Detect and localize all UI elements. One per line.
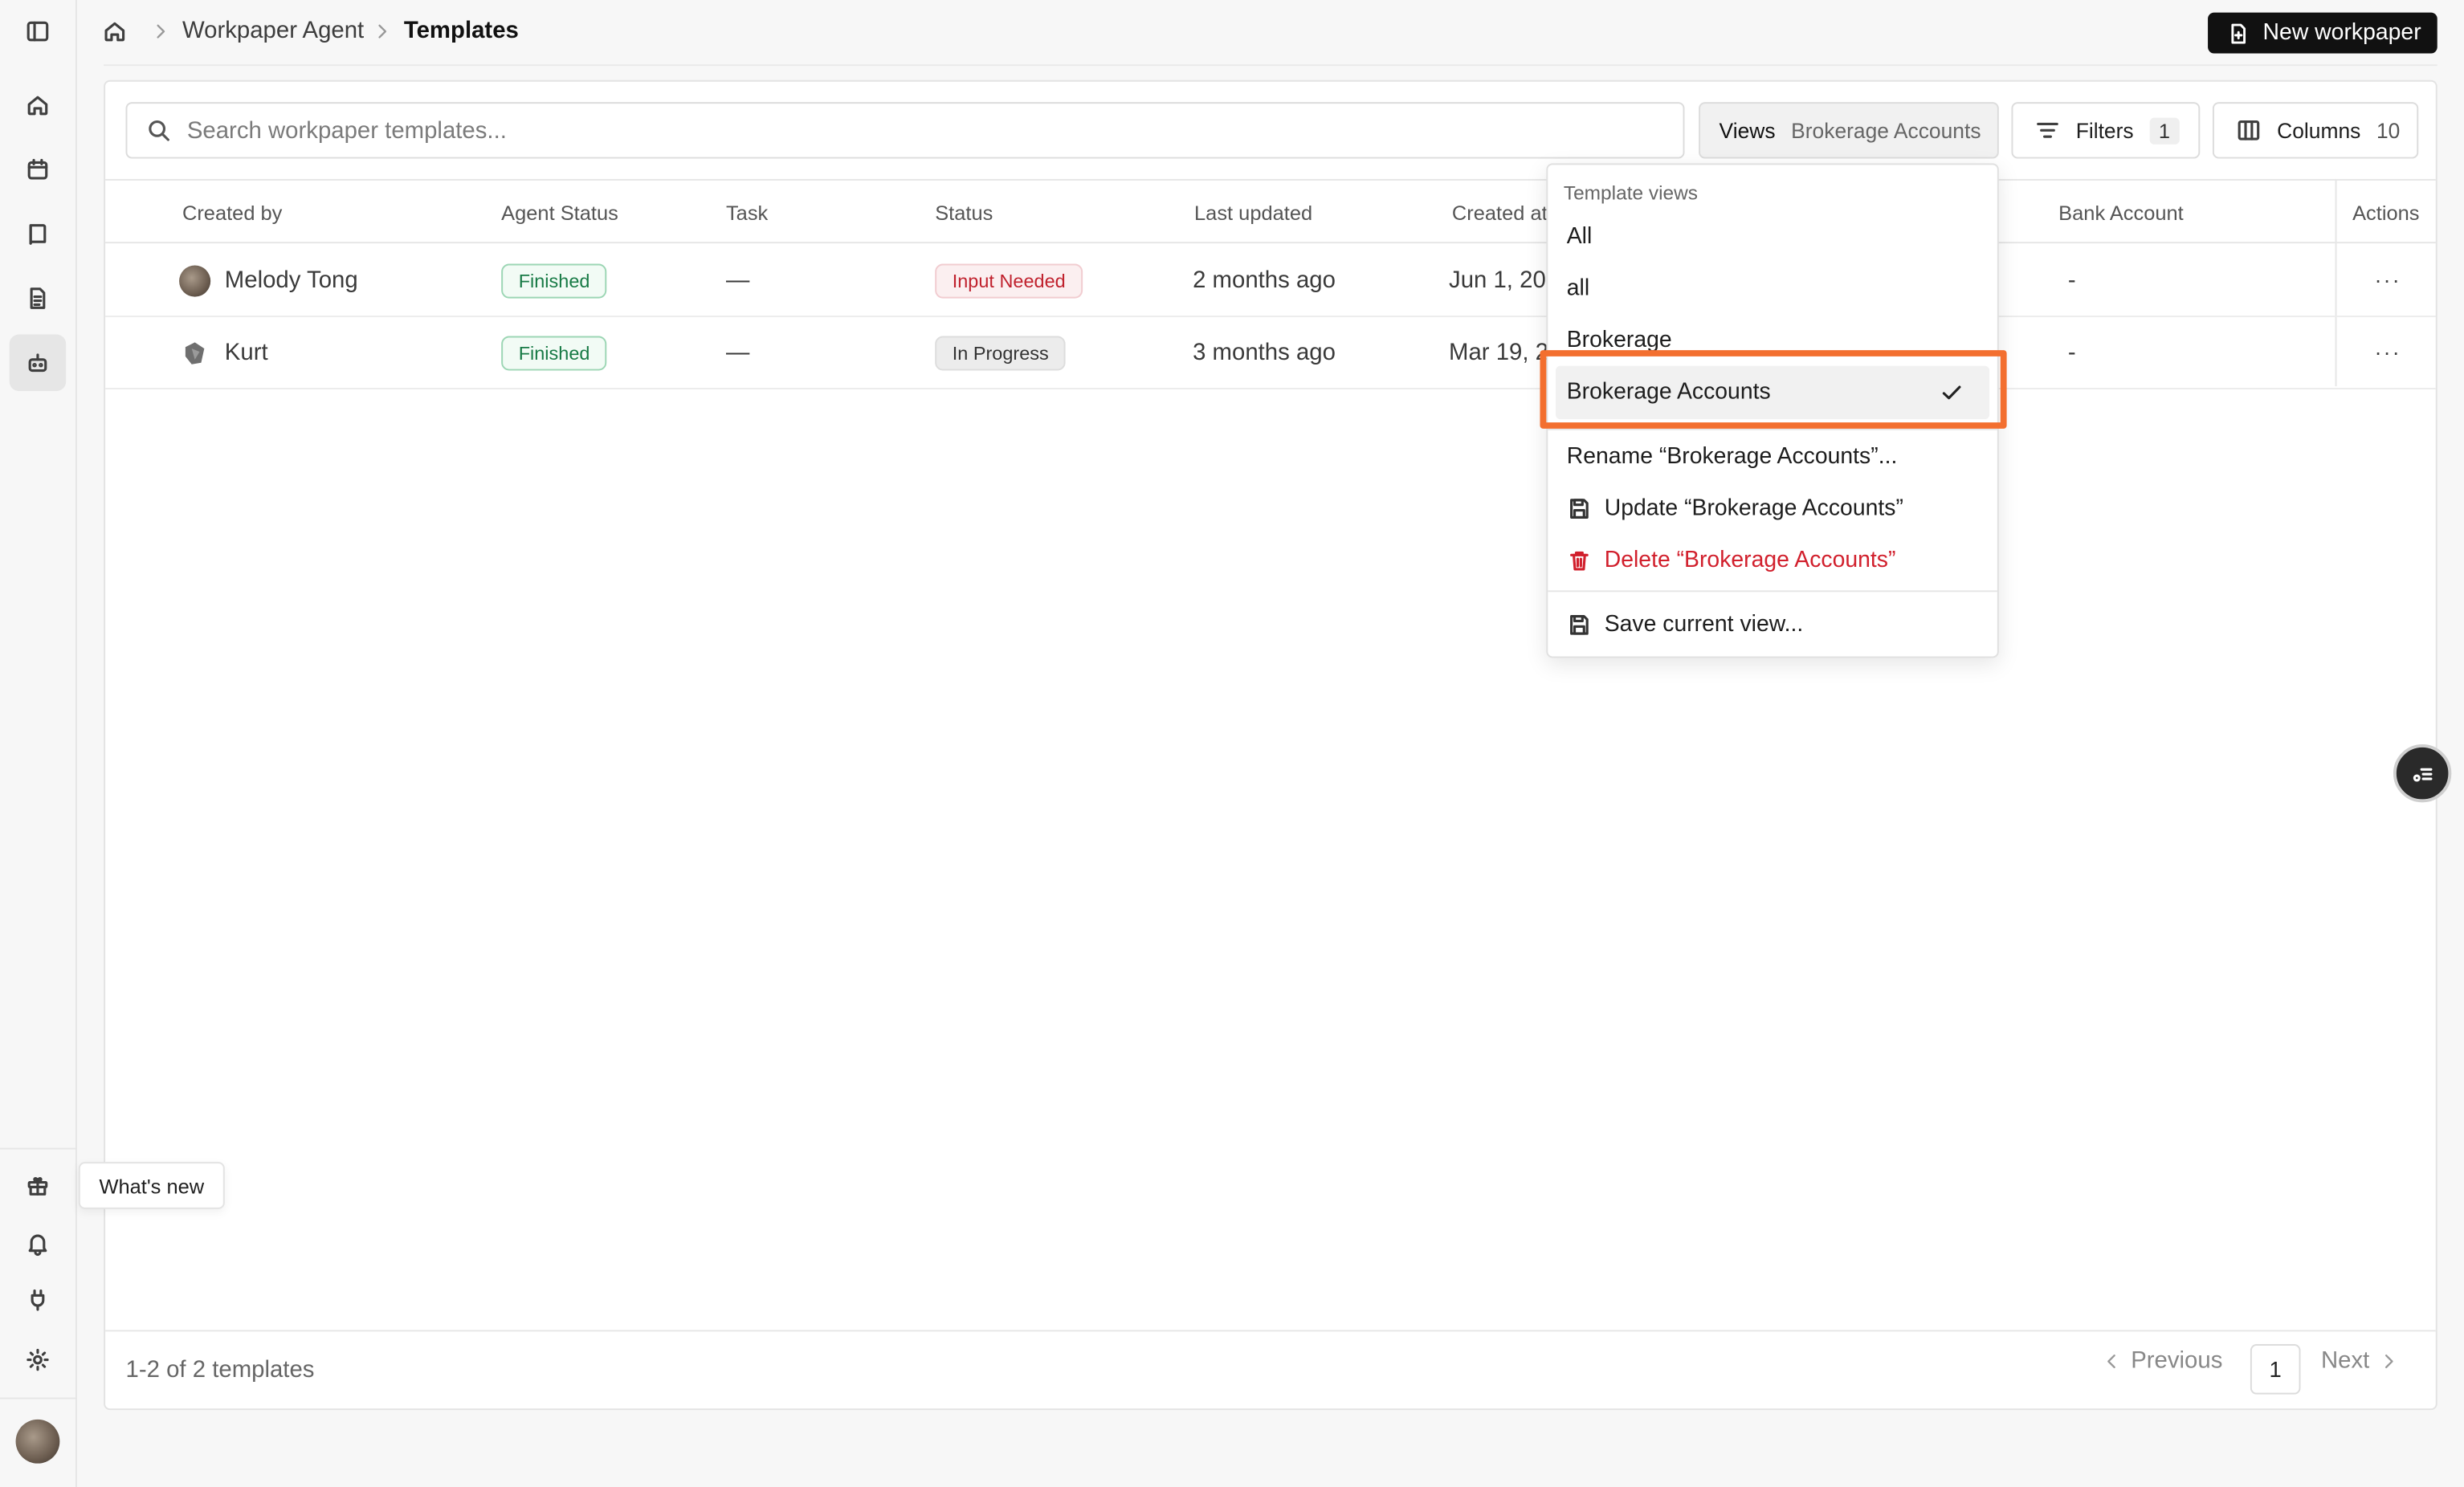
- save-view-label: Save current view...: [1604, 612, 1804, 638]
- sidebar: [0, 0, 77, 1487]
- delete-label: Delete “Brokerage Accounts”: [1604, 548, 1896, 573]
- status-badge: Input Needed: [935, 263, 1083, 299]
- header-divider: [104, 64, 2437, 67]
- view-option-label: all: [1566, 276, 1590, 302]
- current-page-button[interactable]: 1: [2250, 1344, 2301, 1395]
- column-header: Actions: [2352, 201, 2420, 225]
- sidebar-toggle-icon[interactable]: [10, 3, 66, 59]
- column-header[interactable]: Status: [935, 201, 993, 224]
- created-at: Mar 19, 2: [1449, 339, 1549, 366]
- floating-tasks-button[interactable]: [2393, 744, 2452, 803]
- filter-icon: [2037, 122, 2058, 138]
- chevron-right-icon: [2384, 1354, 2393, 1368]
- columns-label: Columns: [2277, 118, 2361, 142]
- agent-status-badge: Finished: [501, 336, 607, 371]
- table-row[interactable]: Melody Tong Finished — Input Needed 2 mo…: [105, 245, 2436, 318]
- save-disk-icon: [1570, 615, 1589, 635]
- document-icon[interactable]: [10, 270, 66, 326]
- last-updated: 2 months ago: [1193, 267, 1336, 294]
- column-header[interactable]: Task: [726, 201, 768, 224]
- search-box[interactable]: [125, 102, 1685, 159]
- book-icon[interactable]: [10, 206, 66, 262]
- page-title: Templates: [403, 17, 519, 44]
- agent-bot-icon[interactable]: [9, 334, 67, 391]
- avatar: [179, 337, 210, 369]
- search-input[interactable]: [186, 116, 1601, 144]
- view-option-label: All: [1566, 224, 1593, 250]
- filters-button[interactable]: Filters 1: [2011, 102, 2201, 159]
- new-workpaper-button[interactable]: New workpaper: [2208, 12, 2437, 54]
- views-button[interactable]: Views Brokerage Accounts: [1699, 102, 1999, 159]
- previous-label: Previous: [2131, 1346, 2223, 1375]
- footer-divider: [105, 1330, 2436, 1332]
- status-badge: In Progress: [935, 336, 1067, 371]
- column-header[interactable]: Last updated: [1194, 201, 1312, 224]
- column-header[interactable]: Created at: [1452, 201, 1548, 224]
- whats-new-tooltip: What's new: [78, 1162, 225, 1209]
- calendar-icon[interactable]: [10, 141, 66, 198]
- dropdown-divider: [1548, 428, 1997, 430]
- column-header[interactable]: Created by: [182, 201, 282, 224]
- view-option-all-lower[interactable]: all: [1548, 266, 1997, 313]
- created-at: Jun 1, 20: [1449, 267, 1546, 294]
- column-header[interactable]: Bank Account: [2058, 201, 2184, 224]
- update-label: Update “Brokerage Accounts”: [1604, 495, 1903, 522]
- task-cell: —: [725, 267, 750, 294]
- save-current-view-option[interactable]: Save current view...: [1548, 601, 1997, 649]
- bank-account: -: [2067, 339, 2076, 366]
- breadcrumb-home-icon[interactable]: [102, 18, 127, 48]
- new-workpaper-label: New workpaper: [2262, 20, 2421, 46]
- avatar: [179, 265, 211, 297]
- bank-account: -: [2067, 267, 2076, 294]
- filters-label: Filters: [2075, 118, 2134, 142]
- top-bar: Workpaper Agent Templates: [77, 0, 2464, 66]
- selected-view-highlight: [1540, 350, 2007, 429]
- row-actions-menu-icon[interactable]: ···: [2374, 339, 2401, 364]
- delete-view-option[interactable]: Delete “Brokerage Accounts”: [1548, 537, 1997, 585]
- bell-icon[interactable]: [10, 1216, 66, 1272]
- sidebar-divider-bottom: [0, 1397, 77, 1399]
- plug-icon[interactable]: [10, 1272, 66, 1328]
- pagination-summary: 1-2 of 2 templates: [125, 1356, 315, 1383]
- column-header[interactable]: Agent Status: [501, 201, 618, 224]
- task-cell: —: [725, 339, 750, 366]
- dropdown-divider: [1548, 590, 1997, 593]
- new-document-icon: [2231, 22, 2246, 43]
- columns-count: 10: [2376, 118, 2401, 142]
- task-list-icon: [2412, 767, 2432, 781]
- templates-panel: Views Brokerage Accounts Filters 1 Colum…: [104, 79, 2437, 1411]
- agent-status-badge: Finished: [501, 263, 607, 299]
- dropdown-heading: Template views: [1563, 181, 1699, 205]
- table-row[interactable]: Kurt Finished — In Progress 3 months ago…: [105, 317, 2436, 390]
- row-actions-menu-icon[interactable]: ···: [2374, 267, 2401, 291]
- home-icon[interactable]: [10, 77, 66, 133]
- user-avatar[interactable]: [15, 1419, 60, 1464]
- columns-button[interactable]: Columns 10: [2212, 102, 2419, 159]
- table-header: Created by Agent Status Task Status Last…: [105, 178, 2436, 244]
- update-view-option[interactable]: Update “Brokerage Accounts”: [1548, 485, 1997, 532]
- rename-label: Rename “Brokerage Accounts”...: [1566, 444, 1898, 470]
- save-disk-icon: [1570, 499, 1589, 519]
- chevron-right-icon: [151, 20, 169, 45]
- breadcrumb-section[interactable]: Workpaper Agent: [182, 18, 364, 44]
- previous-page-button[interactable]: Previous: [2103, 1347, 2222, 1374]
- next-label: Next: [2320, 1346, 2370, 1375]
- created-by: Kurt: [224, 339, 268, 366]
- chevron-left-icon: [2107, 1354, 2115, 1368]
- sidebar-divider: [0, 1147, 77, 1150]
- views-value: Brokerage Accounts: [1791, 118, 1981, 142]
- chevron-right-icon: [373, 20, 391, 45]
- filters-count-badge: 1: [2149, 116, 2180, 144]
- columns-icon: [2238, 120, 2260, 141]
- gift-icon[interactable]: [10, 1157, 66, 1213]
- rename-view-option[interactable]: Rename “Brokerage Accounts”...: [1548, 434, 1997, 481]
- created-by: Melody Tong: [224, 267, 358, 294]
- view-option-all[interactable]: All: [1548, 214, 1997, 261]
- search-icon: [149, 120, 169, 141]
- trash-icon: [1570, 551, 1589, 571]
- last-updated: 3 months ago: [1193, 339, 1336, 366]
- views-label: Views: [1719, 118, 1776, 142]
- settings-gear-icon[interactable]: [10, 1331, 66, 1387]
- next-page-button[interactable]: Next: [2321, 1347, 2398, 1374]
